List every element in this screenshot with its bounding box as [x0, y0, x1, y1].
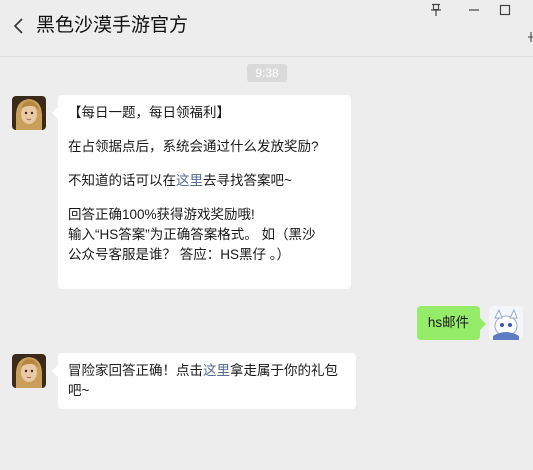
message-timestamp: 9:38 — [247, 64, 287, 82]
message-bubble-self[interactable]: hs邮件 — [417, 306, 486, 340]
chat-title: 黑色沙漠手游官方 — [36, 15, 189, 36]
maximize-icon[interactable] — [497, 2, 513, 18]
message-line: 输入“HS答案”为正确答案格式。 如（黑沙 — [68, 227, 316, 242]
message-line: 冒险家回答正确！点击这里拿走属于你的礼包 — [68, 361, 346, 381]
message-text: 拿走属于你的礼包 — [230, 363, 338, 378]
back-arrow-icon[interactable] — [10, 14, 28, 38]
message-text: 去寻找答案吧~ — [203, 173, 292, 188]
user-avatar[interactable] — [489, 306, 523, 340]
message-text: 冒险家回答正确！点击 — [68, 363, 203, 378]
reward-link[interactable]: 这里 — [203, 363, 230, 378]
pin-icon[interactable] — [428, 2, 444, 18]
message-line: 【每日一题，每日领福利】 — [68, 105, 230, 120]
message-line: 公众号客服是谁？ 答应：HS黑仔 。） — [68, 247, 291, 262]
more-icon[interactable] — [526, 30, 533, 44]
official-account-avatar[interactable] — [12, 96, 46, 130]
message-bubble-reward[interactable]: 冒险家回答正确！点击这里拿走属于你的礼包 吧~ — [52, 353, 356, 409]
message-bubble-question[interactable]: 【每日一题，每日领福利】 在占领据点后，系统会通过什么发放奖励? 不知道的话可以… — [52, 95, 351, 289]
minimize-icon[interactable] — [466, 2, 482, 18]
message-line: 不知道的话可以在这里去寻找答案吧~ — [68, 171, 341, 191]
title-bar: 黑色沙漠手游官方 — [0, 0, 533, 57]
message-text: 不知道的话可以在 — [68, 173, 176, 188]
chat-window: 黑色沙漠手游官方 9:38 【每日一题，每日领福利】 在占领据点后，系统会通过什… — [0, 0, 533, 470]
message-line: 回答正确100%获得游戏奖励哦! — [68, 207, 255, 222]
message-text: hs邮件 — [427, 315, 470, 330]
message-line: 吧~ — [68, 383, 90, 398]
official-account-avatar[interactable] — [12, 354, 46, 388]
answer-link[interactable]: 这里 — [176, 173, 203, 188]
message-line: 在占领据点后，系统会通过什么发放奖励? — [68, 139, 319, 154]
